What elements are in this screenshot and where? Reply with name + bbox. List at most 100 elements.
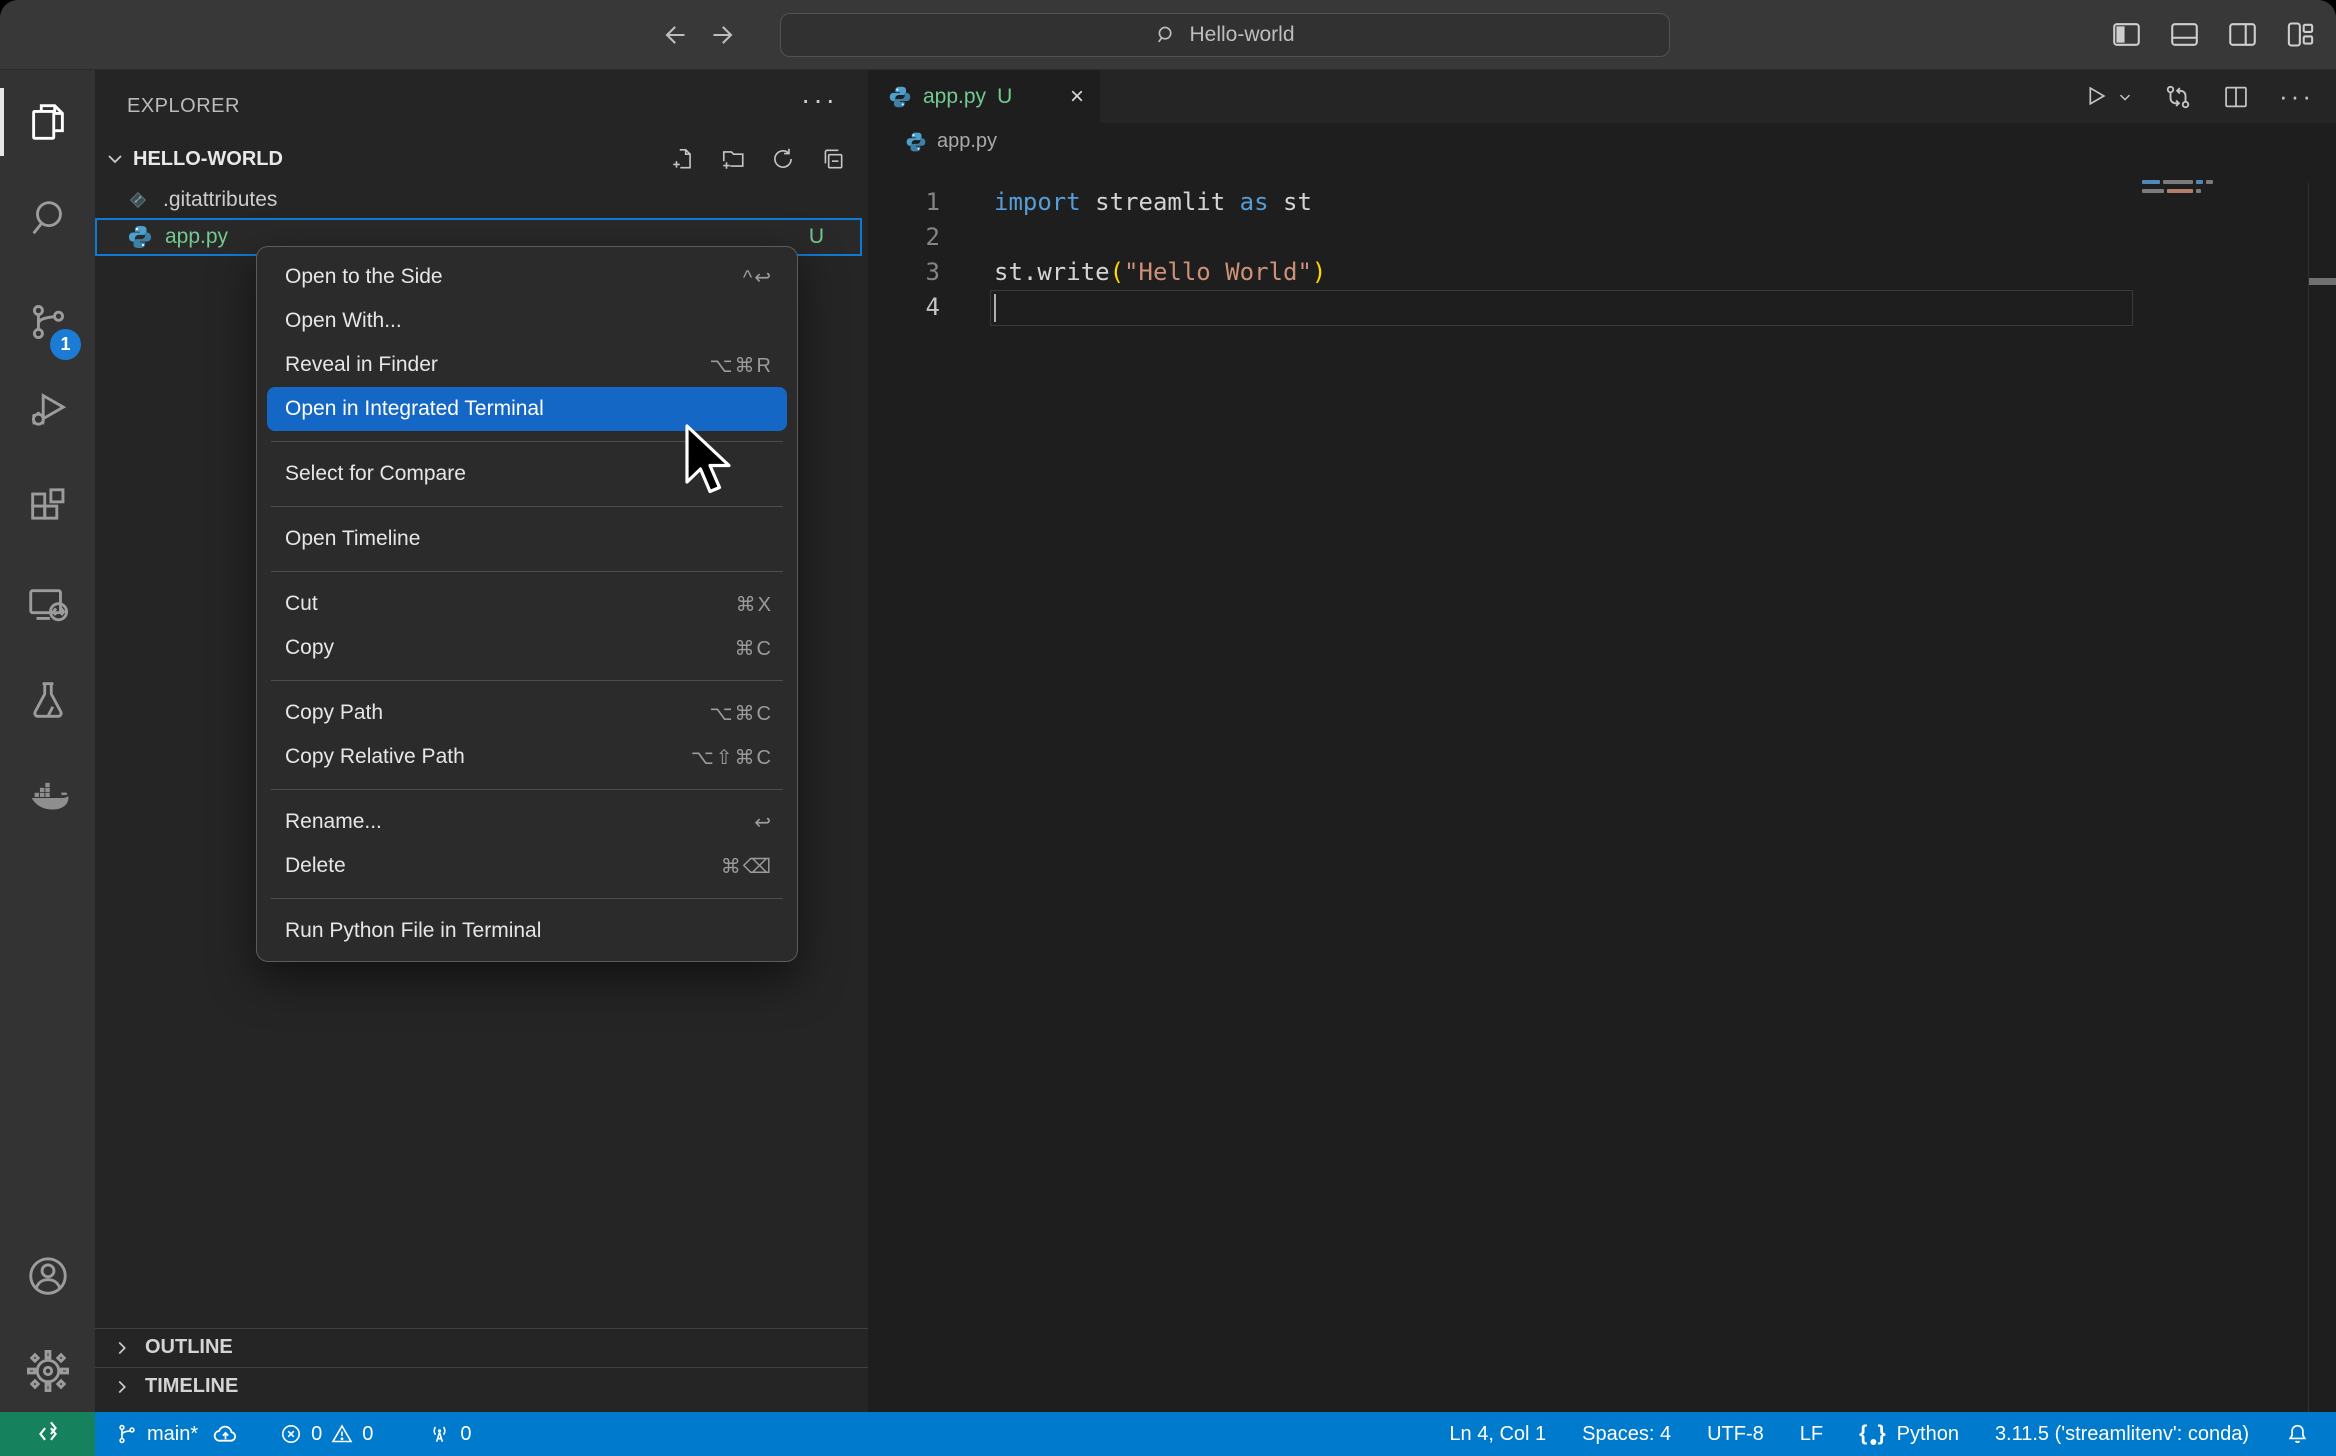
token: ( xyxy=(1110,258,1124,286)
menu-item-delete[interactable]: Delete⌘⌫ xyxy=(257,844,797,888)
file-name: .gitattributes xyxy=(163,188,277,212)
menu-item-rename[interactable]: Rename...↩ xyxy=(257,800,797,844)
ports-status-item[interactable]: 0 xyxy=(427,1422,471,1447)
code-line-text: st.write("Hello World") xyxy=(994,255,1326,290)
token: as xyxy=(1240,188,1269,216)
editor-more-actions[interactable]: ··· xyxy=(2279,81,2314,112)
nav-back-icon[interactable] xyxy=(660,21,688,49)
command-center-search[interactable]: Hello-world xyxy=(780,13,1670,57)
menu-item-copy-path[interactable]: Copy Path⌥⌘C xyxy=(257,691,797,735)
code-line-text: import streamlit as st xyxy=(994,185,1312,220)
activitybar-extensions[interactable] xyxy=(0,478,95,538)
file-name: app.py xyxy=(165,225,228,249)
vscode-window: Hello-world 1 xyxy=(0,0,2336,1456)
activitybar-settings[interactable] xyxy=(0,1341,95,1401)
folder-root-row[interactable]: HELLO-WORLD xyxy=(95,140,868,178)
menu-item-cut[interactable]: Cut⌘X xyxy=(257,582,797,626)
toggle-primary-sidebar-icon[interactable] xyxy=(2111,19,2142,50)
token: ) xyxy=(1312,258,1326,286)
menu-item-open-timeline[interactable]: Open Timeline xyxy=(257,517,797,561)
python-interpreter-item[interactable]: 3.11.5 ('streamlitenv': conda) xyxy=(1995,1423,2249,1446)
search-icon xyxy=(1155,24,1177,46)
collapse-all-icon[interactable] xyxy=(820,146,846,172)
token: import xyxy=(994,188,1081,216)
tab-bar: app.py U × ··· xyxy=(868,70,2336,123)
outline-section-header[interactable]: OUTLINE xyxy=(95,1328,868,1366)
gear-icon xyxy=(25,1348,71,1394)
customize-layout-icon[interactable] xyxy=(2285,19,2316,50)
open-changes-icon[interactable] xyxy=(2163,82,2193,112)
title-bar: Hello-world xyxy=(0,0,2336,70)
branch-status-item[interactable]: main* xyxy=(115,1421,239,1448)
menu-item-copy[interactable]: Copy⌘C xyxy=(257,626,797,670)
menu-separator xyxy=(271,506,783,507)
explorer-more-actions[interactable]: ··· xyxy=(801,84,838,116)
activitybar-run-debug[interactable] xyxy=(0,380,95,440)
tab-app-py[interactable]: app.py U × xyxy=(868,70,1100,123)
outline-label: OUTLINE xyxy=(145,1336,233,1359)
token: "Hello World" xyxy=(1124,258,1312,286)
breadcrumb[interactable]: app.py xyxy=(868,123,2336,160)
python-file-icon xyxy=(888,85,912,109)
toggle-panel-icon[interactable] xyxy=(2169,19,2200,50)
warning-count: 0 xyxy=(362,1423,373,1446)
remote-indicator[interactable] xyxy=(0,1412,95,1456)
git-branch-icon xyxy=(115,1422,139,1446)
activitybar-explorer[interactable] xyxy=(0,92,95,152)
breadcrumb-item: app.py xyxy=(937,130,997,153)
refresh-icon[interactable] xyxy=(770,146,796,172)
tab-dirty-badge: U xyxy=(997,85,1012,109)
language-mode-item[interactable]: { } Python xyxy=(1859,1422,1959,1446)
token: streamlit xyxy=(1081,188,1240,216)
indentation-item[interactable]: Spaces: 4 xyxy=(1582,1423,1671,1446)
problems-status-item[interactable]: 0 0 xyxy=(279,1422,373,1446)
beaker-icon xyxy=(25,677,71,723)
scm-changes-badge: 1 xyxy=(50,329,81,360)
split-editor-icon[interactable] xyxy=(2222,83,2250,111)
file-row-gitattributes[interactable]: .gitattributes xyxy=(95,182,868,218)
activitybar-source-control[interactable]: 1 xyxy=(0,292,95,352)
menu-separator xyxy=(271,898,783,899)
eol-item[interactable]: LF xyxy=(1800,1423,1823,1446)
line-number-active: 4 xyxy=(868,290,940,325)
code-area[interactable]: 1 import streamlit as st 2 3 st.write("H… xyxy=(868,160,2336,1412)
run-debug-icon xyxy=(25,387,71,433)
menu-item-run-python-file-in-terminal[interactable]: Run Python File in Terminal xyxy=(257,909,797,953)
chevron-down-icon xyxy=(2116,88,2134,106)
activitybar-search[interactable] xyxy=(0,187,95,247)
scrollbar-track[interactable] xyxy=(2308,183,2309,1412)
activitybar-accounts[interactable] xyxy=(0,1246,95,1306)
menu-item-copy-relative-path[interactable]: Copy Relative Path⌥⇧⌘C xyxy=(257,735,797,779)
extensions-icon xyxy=(25,485,71,531)
menu-item-open-with[interactable]: Open With... xyxy=(257,299,797,343)
error-count: 0 xyxy=(311,1423,322,1446)
menu-item-open-to-side[interactable]: Open to the Side^↩ xyxy=(257,255,797,299)
new-file-icon[interactable] xyxy=(670,146,696,172)
encoding-item[interactable]: UTF-8 xyxy=(1707,1423,1764,1446)
activitybar-remote-explorer[interactable] xyxy=(0,575,95,635)
activitybar-docker[interactable] xyxy=(0,767,95,827)
bell-icon[interactable] xyxy=(2285,1422,2310,1447)
activitybar-testing[interactable] xyxy=(0,670,95,730)
chevron-right-icon xyxy=(111,1337,133,1359)
search-text: Hello-world xyxy=(1189,23,1294,47)
new-folder-icon[interactable] xyxy=(720,146,746,172)
timeline-label: TIMELINE xyxy=(145,1375,238,1398)
chevron-down-icon xyxy=(103,147,127,171)
menu-separator xyxy=(271,789,783,790)
toggle-secondary-sidebar-icon[interactable] xyxy=(2227,19,2258,50)
timeline-section-header[interactable]: TIMELINE xyxy=(95,1367,868,1405)
run-python-button[interactable] xyxy=(2083,83,2134,110)
context-menu: Open to the Side^↩ Open With... Reveal i… xyxy=(256,246,798,962)
remote-icon xyxy=(34,1420,62,1448)
cursor-position-item[interactable]: Ln 4, Col 1 xyxy=(1449,1423,1546,1446)
radio-tower-icon xyxy=(427,1422,452,1447)
tab-close-icon[interactable]: × xyxy=(1070,83,1084,111)
error-icon xyxy=(279,1422,303,1446)
nav-forward-icon[interactable] xyxy=(710,21,738,49)
menu-item-reveal-in-finder[interactable]: Reveal in Finder⌥⌘R xyxy=(257,343,797,387)
minimap[interactable] xyxy=(2142,180,2213,198)
line-number: 3 xyxy=(868,255,940,290)
branch-name: main* xyxy=(147,1423,198,1446)
chevron-right-icon xyxy=(111,1376,133,1398)
